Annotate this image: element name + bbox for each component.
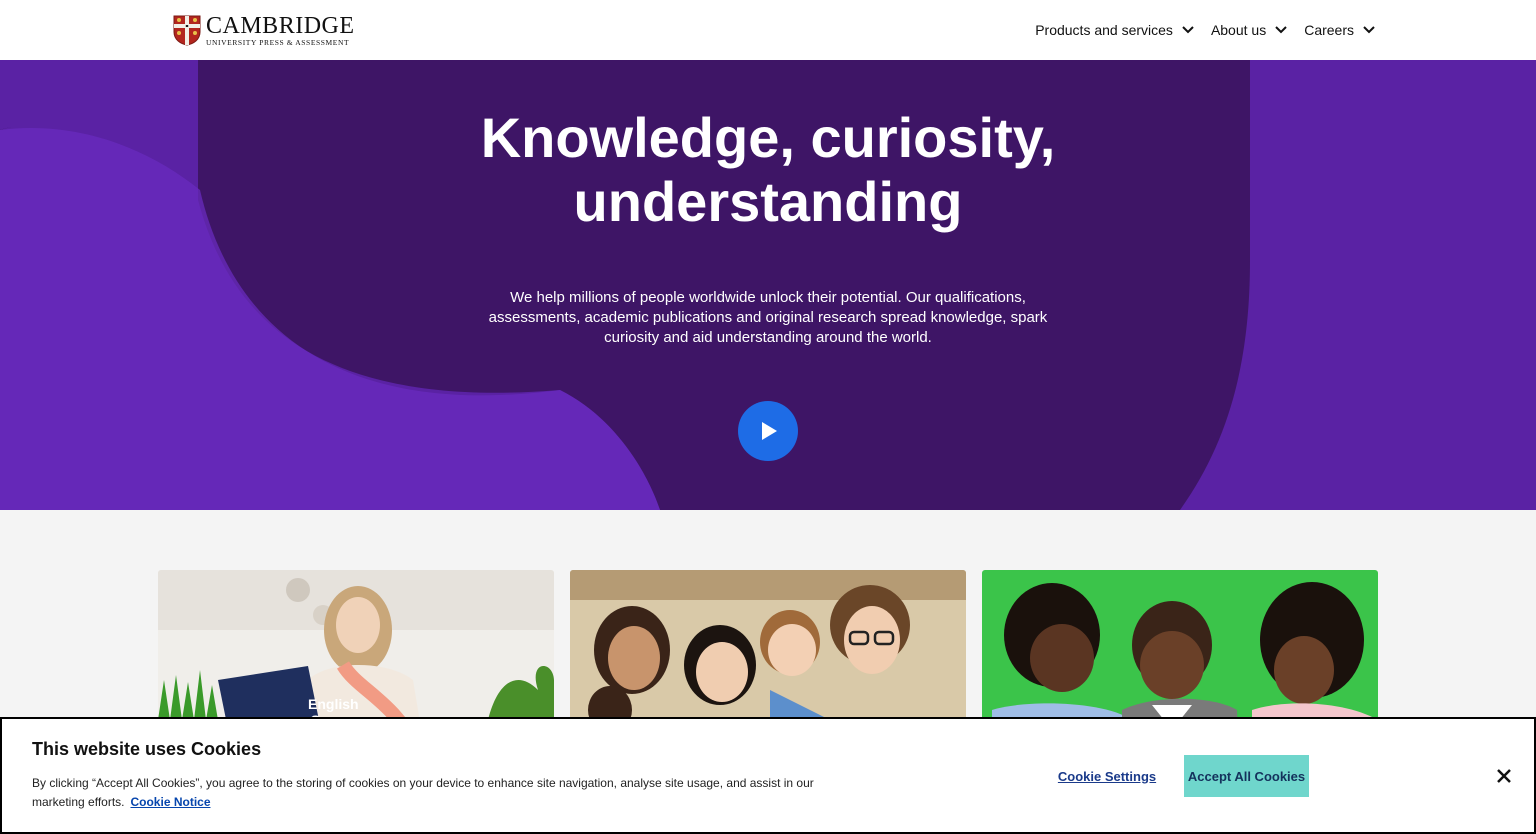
site-header: CAMBRIDGE UNIVERSITY PRESS & ASSESSMENT … [0, 0, 1536, 60]
nav-products-and-services[interactable]: Products and services [1035, 22, 1195, 38]
cookie-banner-text: By clicking “Accept All Cookies”, you ag… [32, 774, 832, 812]
chevron-down-icon [1275, 26, 1287, 34]
chevron-down-icon [1363, 26, 1375, 34]
logo-subtitle: UNIVERSITY PRESS & ASSESSMENT [206, 38, 350, 47]
main-nav: Products and services About us Careers [1019, 0, 1376, 60]
play-icon [762, 422, 777, 440]
hero-title: Knowledge, curiosity, understanding [368, 106, 1168, 234]
cambridge-logo[interactable]: CAMBRIDGE UNIVERSITY PRESS & ASSESSMENT [173, 14, 355, 47]
chevron-down-icon [1182, 26, 1194, 34]
accept-all-cookies-button[interactable]: Accept All Cookies [1184, 755, 1309, 797]
close-icon [1497, 769, 1511, 783]
logo-wordmark: CAMBRIDGE [206, 13, 355, 39]
cookie-settings-button[interactable]: Cookie Settings [1056, 755, 1158, 797]
cookie-banner-title: This website uses Cookies [32, 739, 262, 759]
nav-label: Careers [1304, 22, 1354, 38]
nav-label: Products and services [1035, 22, 1173, 38]
nav-about-us[interactable]: About us [1211, 22, 1288, 38]
nav-careers[interactable]: Careers [1304, 22, 1376, 38]
hero-section: Knowledge, curiosity, understanding We h… [0, 60, 1536, 510]
hero-description: We help millions of people worldwide unl… [488, 289, 1048, 346]
cambridge-shield-icon [173, 15, 201, 46]
close-cookie-banner-button[interactable] [1492, 764, 1516, 788]
hero-title-line1: Knowledge, curiosity, [480, 106, 1056, 169]
hero-title-line2: understanding [573, 170, 963, 233]
nav-label: About us [1210, 22, 1267, 38]
cookie-banner: This website uses Cookies By clicking “A… [0, 717, 1536, 834]
play-video-button[interactable] [738, 401, 798, 461]
cookie-notice-link[interactable]: Cookie Notice [130, 795, 210, 809]
book-text-1: English [308, 696, 359, 712]
